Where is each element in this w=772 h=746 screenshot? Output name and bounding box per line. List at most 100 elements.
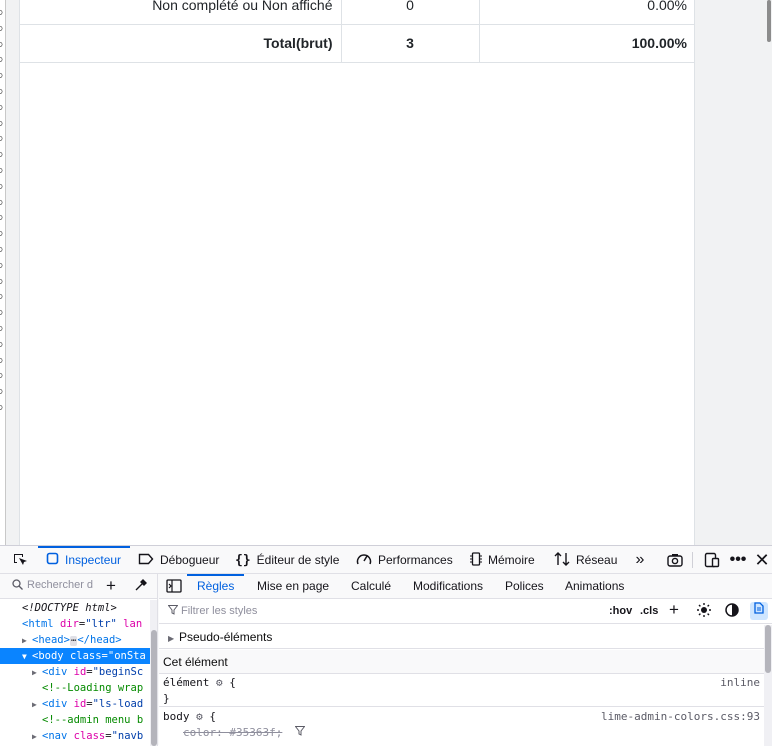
- add-rule-icon[interactable]: +: [669, 600, 679, 620]
- collapse-triangle-icon[interactable]: ▼: [22, 649, 32, 664]
- eyedropper-icon[interactable]: [135, 578, 148, 594]
- clipped-glyph: ○: [0, 53, 3, 65]
- attr-value: "onSta: [107, 650, 146, 662]
- clipped-glyph: ○: [0, 243, 3, 255]
- clipped-glyph: ○: [0, 338, 3, 350]
- section-label: Pseudo-éléments: [179, 630, 273, 644]
- page-scrollbar[interactable]: [765, 0, 772, 545]
- markup-pane: Rechercher d + <!DOCTYPE html> <html dir…: [0, 574, 158, 746]
- element-picker-icon[interactable]: [8, 546, 32, 574]
- gauge-icon: [356, 552, 372, 569]
- page-scrollbar-thumb[interactable]: [767, 0, 771, 42]
- toggle-sidebar-icon[interactable]: [166, 579, 182, 596]
- rule-body: body ⚙ { lime-admin-colors.css:93 color:…: [159, 709, 764, 746]
- gear-icon[interactable]: ⚙: [216, 676, 223, 689]
- tree-node-comment[interactable]: <!--admin menu b: [0, 712, 150, 728]
- devtools-panel: Inspecteur Débogueur {} Éditeur de style…: [0, 545, 772, 746]
- close-icon[interactable]: ✕: [752, 546, 772, 574]
- row-count: 3: [341, 24, 480, 63]
- clipped-glyph: ○: [0, 180, 3, 192]
- clipped-glyph: ○: [0, 85, 3, 97]
- clipped-glyph: ○: [0, 148, 3, 160]
- tab-inspector[interactable]: Inspecteur: [38, 546, 130, 574]
- filter-icon[interactable]: [294, 726, 306, 739]
- tab-label: Éditeur de style: [256, 553, 340, 567]
- cls-toggle[interactable]: .cls: [640, 605, 658, 617]
- tab-animations[interactable]: Animations: [565, 574, 624, 599]
- expand-triangle-icon[interactable]: ▶: [32, 697, 42, 712]
- tab-layout[interactable]: Mise en page: [257, 574, 329, 599]
- table-row-total: Total(brut) 3 100.00%: [20, 24, 695, 63]
- table-row: Non complété ou Non affiché 0 0.00%: [20, 0, 695, 25]
- row-percent: 100.00%: [479, 24, 695, 63]
- filter-styles-input[interactable]: Filtrer les styles: [181, 605, 257, 617]
- tab-memory[interactable]: Mémoire: [470, 546, 535, 574]
- clipped-glyph: ○: [0, 101, 3, 113]
- tree-node-div[interactable]: ▶ <div id="ls-load: [0, 696, 150, 712]
- tag-text: <body: [32, 650, 64, 662]
- rule-declaration[interactable]: color: #35363f;: [163, 725, 764, 741]
- row-percent: 0.00%: [479, 0, 695, 25]
- tree-node-div[interactable]: ▶ <div id="beginSc: [0, 664, 150, 680]
- rule-selector[interactable]: élément: [163, 676, 209, 689]
- expand-triangle-icon[interactable]: ▶: [32, 729, 42, 744]
- add-node-icon[interactable]: +: [106, 576, 116, 596]
- light-scheme-icon[interactable]: [696, 602, 712, 621]
- tab-performance[interactable]: Performances: [356, 546, 453, 574]
- tree-node-body-selected[interactable]: ▼ <body class="onSta: [0, 648, 150, 664]
- attr-name: class: [69, 650, 102, 662]
- tree-node-head[interactable]: ▶ <head>⋯</head>: [0, 632, 150, 648]
- doctype-text: <!DOCTYPE html>: [22, 602, 117, 614]
- more-dots-icon[interactable]: •••: [726, 546, 750, 574]
- responsive-design-icon[interactable]: [700, 546, 724, 574]
- tab-changes[interactable]: Modifications: [413, 574, 483, 599]
- row-label: Non complété ou Non affiché: [20, 0, 342, 25]
- clipped-glyph: ○: [0, 259, 3, 271]
- chevron-double-right-icon[interactable]: »: [628, 546, 652, 574]
- rules-scrollbar-thumb[interactable]: [765, 625, 771, 673]
- expand-triangle-icon[interactable]: ▶: [22, 633, 32, 648]
- statistics-table: Non complété ou Non affiché 0 0.00% Tota…: [20, 0, 695, 63]
- hov-toggle[interactable]: :hov: [609, 605, 632, 617]
- search-input[interactable]: Rechercher d: [27, 579, 95, 591]
- attr-value: "navb: [111, 730, 144, 742]
- markup-scrollbar-thumb[interactable]: [151, 630, 157, 746]
- tab-style-editor[interactable]: {} Éditeur de style: [235, 546, 339, 574]
- overridden-declaration[interactable]: color: #35363f;: [163, 726, 282, 739]
- attr-value: "beginSc: [92, 666, 144, 678]
- tree-node-comment[interactable]: <!--Loading wrap: [0, 680, 150, 696]
- tab-debugger[interactable]: Débogueur: [138, 546, 219, 574]
- comment-text: <!--admin menu b: [42, 714, 144, 726]
- tab-computed[interactable]: Calculé: [351, 574, 391, 599]
- dark-scheme-icon[interactable]: [724, 602, 740, 621]
- tag-text: <nav: [42, 730, 68, 742]
- rule-close: }: [163, 691, 764, 707]
- expand-triangle-icon[interactable]: ▶: [32, 665, 42, 680]
- expand-triangle-icon[interactable]: ▶: [168, 627, 177, 651]
- rule-selector[interactable]: body: [163, 710, 190, 723]
- camera-icon[interactable]: [663, 546, 687, 574]
- clipped-glyph: ○: [0, 211, 3, 223]
- clipped-glyph: ○: [0, 401, 3, 413]
- attr-name: id: [73, 666, 87, 678]
- tree-node-html[interactable]: <html dir="ltr" lan: [0, 616, 150, 632]
- rule-element: élément ⚙ { inline }: [159, 675, 764, 707]
- pseudo-elements-section[interactable]: ▶ Pseudo-éléments: [159, 625, 764, 649]
- rule-header: body ⚙ { lime-admin-colors.css:93: [163, 709, 764, 725]
- tab-network[interactable]: Réseau: [554, 546, 617, 574]
- rule-source-link[interactable]: lime-admin-colors.css:93: [601, 709, 760, 725]
- print-media-icon[interactable]: [750, 602, 768, 620]
- tab-label: Performances: [378, 553, 453, 567]
- clipped-glyph: ○: [0, 227, 3, 239]
- filter-icon: [167, 605, 179, 618]
- network-arrows-icon: [554, 551, 570, 569]
- tree-node-nav[interactable]: ▶ <nav class="navb: [0, 728, 150, 744]
- tree-node-doctype[interactable]: <!DOCTYPE html>: [0, 600, 150, 616]
- tab-fonts[interactable]: Polices: [505, 574, 544, 599]
- tab-rules[interactable]: Règles: [186, 574, 245, 599]
- clipped-glyph: ○: [0, 38, 3, 50]
- sidebar-tabs: Règles Mise en page Calculé Modification…: [159, 574, 772, 599]
- statistics-panel: Non complété ou Non affiché 0 0.00% Tota…: [19, 0, 695, 545]
- gear-icon[interactable]: ⚙: [196, 710, 203, 723]
- clipped-glyph: ○: [0, 306, 3, 318]
